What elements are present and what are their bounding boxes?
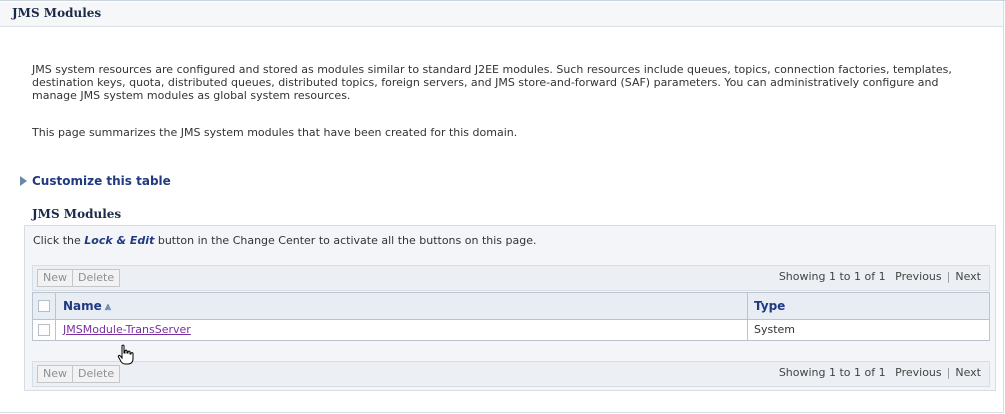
jms-modules-table: Name ⩓ Type JMSModule-TransServer System xyxy=(32,292,990,341)
next-link-bottom[interactable]: Next xyxy=(955,366,981,379)
column-divider xyxy=(747,293,748,319)
table-header: Name ⩓ Type xyxy=(33,293,989,320)
instruction-text: Click the Lock & Edit button in the Chan… xyxy=(33,234,537,247)
new-button-bottom[interactable]: New xyxy=(37,365,73,383)
table-row: JMSModule-TransServer System xyxy=(33,320,989,340)
pagination: Showing 1 to 1 of 1 Previous | Next xyxy=(779,270,981,283)
column-header-name-label: Name xyxy=(63,299,102,313)
next-link[interactable]: Next xyxy=(955,270,981,283)
column-header-name[interactable]: Name ⩓ xyxy=(63,299,111,314)
section-title: JMS Modules xyxy=(32,207,122,221)
previous-link[interactable]: Previous xyxy=(895,270,942,283)
page-header: JMS Modules xyxy=(0,2,1003,27)
select-all-checkbox[interactable] xyxy=(38,300,50,312)
select-all-cell xyxy=(33,293,56,319)
triangle-right-icon xyxy=(20,176,27,186)
module-type: System xyxy=(754,323,796,336)
delete-button-bottom[interactable]: Delete xyxy=(72,365,121,383)
instruction-prefix: Click the xyxy=(33,234,85,247)
page-title: JMS Modules xyxy=(12,6,102,20)
hand-pointer-icon xyxy=(117,344,134,365)
showing-text-bottom: Showing 1 to 1 of 1 xyxy=(778,366,886,379)
instruction-suffix: button in the Change Center to activate … xyxy=(154,234,537,247)
pagination-separator-bottom: | xyxy=(946,366,951,379)
sort-ascending-icon[interactable]: ⩓ xyxy=(105,300,111,313)
table-toolbar-bottom: New Delete Showing 1 to 1 of 1 Previous |… xyxy=(32,361,990,387)
new-button[interactable]: New xyxy=(37,269,73,287)
delete-button[interactable]: Delete xyxy=(72,269,121,287)
column-header-type[interactable]: Type xyxy=(754,299,785,313)
jms-modules-panel: Click the Lock & Edit button in the Chan… xyxy=(24,225,996,391)
customize-table-link[interactable]: Customize this table xyxy=(20,174,171,188)
top-rule xyxy=(0,0,1005,1)
pagination-separator: | xyxy=(946,270,951,283)
intro-summary: This page summarizes the JMS system modu… xyxy=(32,126,518,139)
row-checkbox[interactable] xyxy=(38,324,50,336)
pagination-bottom: Showing 1 to 1 of 1 Previous | Next xyxy=(779,366,981,379)
column-divider xyxy=(747,320,748,340)
intro-paragraph: JMS system resources are configured and … xyxy=(32,63,952,102)
table-toolbar-top: New Delete Showing 1 to 1 of 1 Previous |… xyxy=(32,265,990,291)
row-select-cell xyxy=(33,320,56,340)
previous-link-bottom[interactable]: Previous xyxy=(895,366,942,379)
module-name-link[interactable]: JMSModule-TransServer xyxy=(63,323,191,336)
lock-edit-text: Lock & Edit xyxy=(84,234,155,247)
customize-table-label: Customize this table xyxy=(32,174,171,188)
showing-text: Showing 1 to 1 of 1 xyxy=(778,270,886,283)
